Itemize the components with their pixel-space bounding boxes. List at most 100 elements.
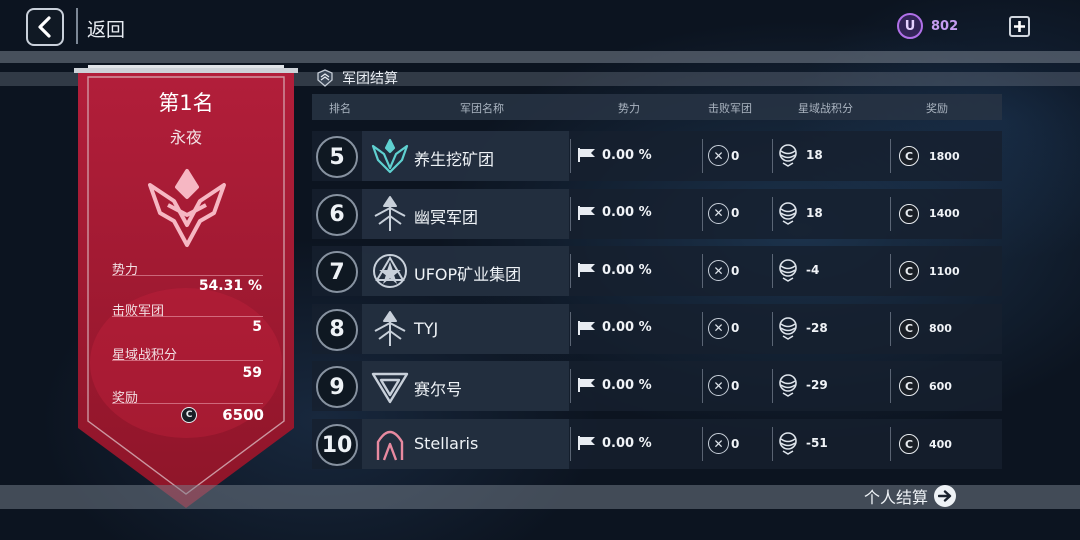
divider bbox=[570, 311, 571, 346]
divider bbox=[76, 8, 78, 44]
flag-icon bbox=[578, 378, 595, 393]
personal-settlement-button[interactable]: 个人结算 bbox=[864, 484, 957, 508]
table-row-rank-8[interactable]: 8 TYJ 0.00 % ✕ 0 -28 C 800 bbox=[312, 303, 1002, 354]
plus-icon bbox=[1014, 21, 1025, 32]
silver-arrow-emblem-icon bbox=[374, 310, 406, 346]
personal-settlement-label: 个人结算 bbox=[864, 488, 929, 507]
power-value: 0.00 % bbox=[602, 435, 652, 451]
power-value: 0.00 % bbox=[602, 377, 652, 393]
credit-coin-icon: C bbox=[899, 146, 919, 166]
reward-cell: C 600 bbox=[899, 376, 952, 397]
header-score: 星域战积分 bbox=[798, 102, 853, 115]
legion-name: 幽冥军团 bbox=[414, 207, 479, 227]
defeated-value: 0 bbox=[731, 206, 740, 221]
flag-icon bbox=[578, 436, 595, 450]
crossed-swords-icon: ✕ bbox=[708, 260, 729, 282]
reward-value: 6500 bbox=[222, 406, 264, 424]
header-rank: 排名 bbox=[329, 102, 351, 115]
planet-score-icon bbox=[779, 201, 797, 225]
score-value: -51 bbox=[806, 436, 828, 450]
legion-name-cell: UFOP矿业集团 bbox=[362, 246, 569, 297]
silver-chevron-emblem-icon bbox=[371, 373, 409, 404]
rank-number: 5 bbox=[316, 136, 358, 178]
u-coin-icon: U bbox=[897, 13, 923, 39]
defeated-value: 0 bbox=[731, 321, 740, 336]
header-reward: 奖励 bbox=[926, 102, 948, 115]
divider bbox=[772, 254, 773, 289]
legion-name: TYJ bbox=[414, 318, 439, 338]
score-cell: 18 bbox=[778, 201, 823, 225]
score-value: 59 bbox=[242, 365, 262, 381]
power-cell: 0.00 % bbox=[577, 262, 652, 278]
rank-title: 第1名 bbox=[158, 91, 214, 115]
winner-banner: 第1名 永夜 势力 54.31 % 击败军团 5 星域战积分 59 奖励 C 6… bbox=[78, 73, 294, 508]
divider bbox=[702, 369, 703, 404]
credit-coin-icon: C bbox=[899, 203, 919, 224]
power-cell: 0.00 % bbox=[577, 377, 652, 393]
back-button[interactable] bbox=[26, 8, 64, 46]
divider bbox=[890, 369, 891, 404]
score-value: -28 bbox=[806, 320, 828, 335]
legion-name: 养生挖矿团 bbox=[414, 150, 495, 169]
divider bbox=[112, 275, 263, 276]
divider bbox=[772, 139, 773, 173]
legion-name: UFOP矿业集团 bbox=[414, 265, 522, 285]
reward-value: 400 bbox=[929, 437, 952, 451]
divider bbox=[112, 360, 263, 361]
divider bbox=[570, 369, 571, 404]
flag-icon bbox=[578, 320, 595, 335]
power-cell: 0.00 % bbox=[577, 435, 652, 451]
defeated-cell: ✕ 0 bbox=[708, 260, 739, 282]
power-value: 0.00 % bbox=[602, 262, 652, 278]
legion-name: 赛尔号 bbox=[414, 380, 463, 400]
reward-value: 1400 bbox=[929, 207, 960, 221]
score-cell: -29 bbox=[778, 373, 828, 398]
divider bbox=[112, 403, 263, 404]
table-row-rank-5[interactable]: 5 养生挖矿团 0.00 % ✕ 0 18 C 1800 bbox=[312, 131, 1002, 181]
header-defeated: 击败军团 bbox=[708, 102, 752, 115]
credit-coin-icon: C bbox=[899, 318, 919, 339]
table-row-rank-7[interactable]: 7 UFOP矿业集团 0.00 % ✕ 0 -4 C 1100 bbox=[312, 246, 1002, 297]
currency-display: U 802 bbox=[897, 13, 958, 39]
winner-legion-name: 永夜 bbox=[169, 128, 202, 147]
crossed-swords-icon: ✕ bbox=[708, 433, 729, 454]
table-row-rank-10[interactable]: 10 Stellaris 0.00 % ✕ 0 -51 C 400 bbox=[312, 419, 1002, 469]
silver-triangle-star-emblem-icon bbox=[373, 254, 407, 289]
rank-number: 6 bbox=[316, 193, 358, 236]
divider bbox=[890, 427, 891, 461]
rank-number: 9 bbox=[316, 366, 358, 409]
header-strip bbox=[0, 51, 1080, 63]
defeated-cell: ✕ 0 bbox=[708, 202, 740, 224]
divider bbox=[112, 316, 263, 317]
crossed-swords-icon: ✕ bbox=[708, 202, 729, 224]
divider bbox=[570, 139, 571, 173]
currency-amount: 802 bbox=[931, 18, 959, 34]
rank-number: 7 bbox=[316, 251, 358, 294]
legion-name-cell: 赛尔号 bbox=[362, 361, 569, 412]
section-title: 军团结算 bbox=[342, 71, 398, 87]
defeated-value: 5 bbox=[252, 319, 262, 335]
power-value: 0.00 % bbox=[602, 147, 652, 163]
divider bbox=[772, 427, 773, 461]
table-row-rank-6[interactable]: 6 幽冥军团 0.00 % ✕ 0 18 C 1400 bbox=[312, 188, 1002, 239]
score-value: -29 bbox=[806, 378, 828, 393]
rank-number: 8 bbox=[316, 308, 358, 351]
teal-winged-emblem-icon bbox=[371, 138, 409, 174]
reward-value: 600 bbox=[929, 379, 952, 393]
back-label[interactable]: 返回 bbox=[87, 15, 125, 42]
defeated-value: 0 bbox=[731, 436, 740, 451]
add-currency-button[interactable] bbox=[1009, 16, 1030, 37]
score-cell: -4 bbox=[778, 258, 819, 283]
credit-coin-icon: C bbox=[181, 407, 198, 423]
table-row-rank-9[interactable]: 9 赛尔号 0.00 % ✕ 0 -29 C 600 bbox=[312, 361, 1002, 412]
divider bbox=[702, 427, 703, 461]
score-cell: 18 bbox=[778, 143, 823, 167]
divider bbox=[890, 254, 891, 289]
power-cell: 0.00 % bbox=[577, 320, 652, 336]
reward-cell: C 1400 bbox=[899, 203, 960, 224]
score-value: 18 bbox=[806, 148, 823, 162]
power-cell: 0.00 % bbox=[577, 147, 652, 163]
planet-score-icon bbox=[779, 259, 797, 283]
defeated-value: 0 bbox=[731, 148, 740, 163]
reward-cell: C 800 bbox=[899, 318, 952, 339]
